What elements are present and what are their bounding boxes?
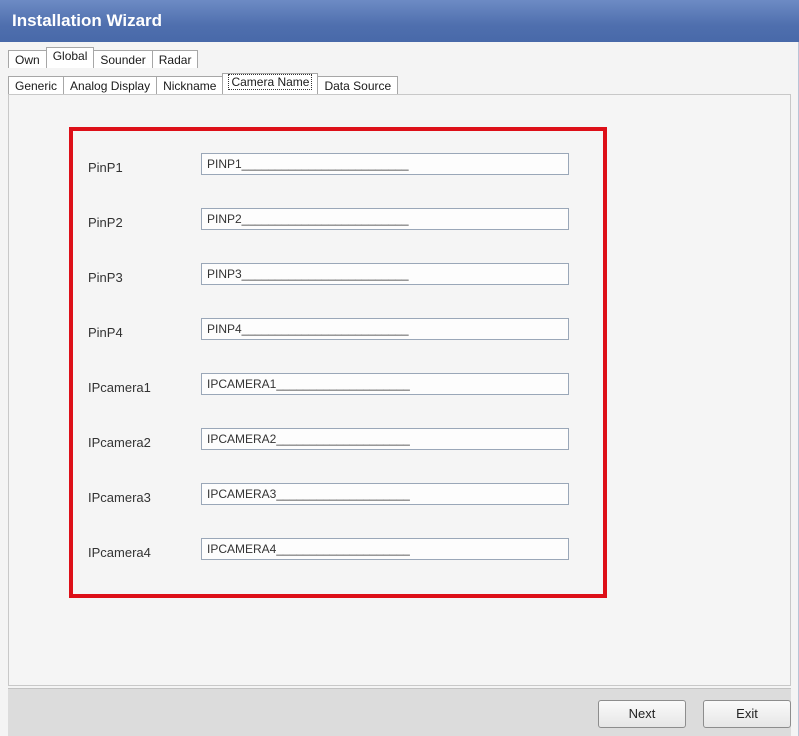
ipcamera3-label: IPcamera3 bbox=[88, 490, 151, 505]
pinp2-input[interactable] bbox=[201, 208, 569, 230]
tab-radar[interactable]: Radar bbox=[151, 50, 199, 68]
pinp3-input[interactable] bbox=[201, 263, 569, 285]
pinp2-label: PinP2 bbox=[88, 215, 123, 230]
tab-generic[interactable]: Generic bbox=[8, 76, 65, 94]
pinp1-label: PinP1 bbox=[88, 160, 123, 175]
tab-data-source[interactable]: Data Source bbox=[317, 76, 399, 94]
ipcamera1-input[interactable] bbox=[201, 373, 569, 395]
tab-own[interactable]: Own bbox=[8, 50, 47, 68]
tab-nickname[interactable]: Nickname bbox=[156, 76, 224, 94]
tab-camera-name-label: Camera Name bbox=[228, 74, 313, 90]
ipcamera2-label: IPcamera2 bbox=[88, 435, 151, 450]
tab-camera-name[interactable]: Camera Name bbox=[222, 73, 319, 94]
tab-analog-display[interactable]: Analog Display bbox=[63, 76, 158, 94]
top-tab-strip: Own Global Sounder Radar bbox=[8, 47, 199, 68]
window-title: Installation Wizard bbox=[0, 0, 799, 42]
installation-wizard-window: Installation Wizard Own Global Sounder R… bbox=[0, 0, 799, 736]
pinp1-input[interactable] bbox=[201, 153, 569, 175]
global-subtab-strip: Generic Analog Display Nickname Camera N… bbox=[8, 73, 399, 94]
ipcamera1-label: IPcamera1 bbox=[88, 380, 151, 395]
exit-button[interactable]: Exit bbox=[703, 700, 791, 728]
next-button[interactable]: Next bbox=[598, 700, 686, 728]
ipcamera3-input[interactable] bbox=[201, 483, 569, 505]
pinp3-label: PinP3 bbox=[88, 270, 123, 285]
pinp4-label: PinP4 bbox=[88, 325, 123, 340]
highlight-box bbox=[69, 127, 607, 598]
pinp4-input[interactable] bbox=[201, 318, 569, 340]
tab-sounder[interactable]: Sounder bbox=[93, 50, 153, 68]
tab-global[interactable]: Global bbox=[45, 47, 95, 68]
ipcamera4-label: IPcamera4 bbox=[88, 545, 151, 560]
ipcamera2-input[interactable] bbox=[201, 428, 569, 450]
ipcamera4-input[interactable] bbox=[201, 538, 569, 560]
